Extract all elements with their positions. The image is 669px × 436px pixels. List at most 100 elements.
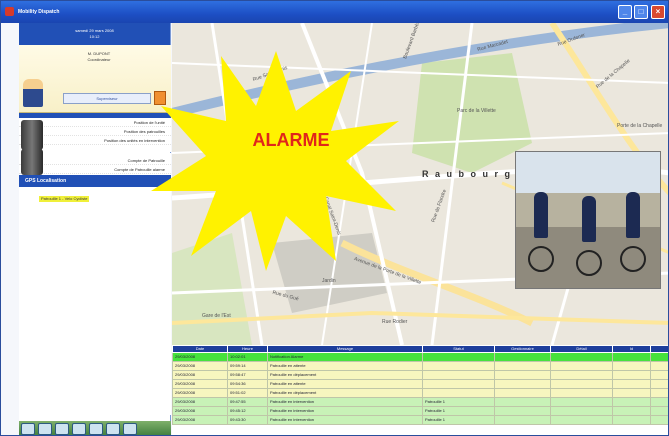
table-cell (650, 361, 668, 371)
column-header[interactable]: Statut (422, 345, 495, 353)
patrol-photo (515, 151, 661, 289)
user-name-block: M. DUPONT Coordinateur (59, 51, 139, 63)
table-cell (612, 352, 651, 362)
column-header[interactable] (650, 345, 668, 353)
table-cell (550, 379, 613, 389)
table-row[interactable]: 29/03/2008 09:59:14 Patrouille en attente (172, 361, 668, 371)
table-cell (494, 370, 551, 380)
table-cell: Patrouille en attente (267, 361, 423, 371)
officer-figure (626, 192, 640, 238)
table-row[interactable]: 29/03/2008 09:47:55 Patrouille en interven… (172, 397, 668, 407)
table-cell (494, 361, 551, 371)
table-cell (650, 415, 668, 425)
table-cell: 29/03/2008 (172, 388, 228, 398)
window-title: Mobility Dispatch (18, 9, 60, 15)
table-cell (612, 397, 651, 407)
table-cell (650, 406, 668, 416)
table-cell: 09:51:02 (227, 388, 268, 398)
actions-group-1: Position de l'unité Position des patroui… (19, 118, 171, 152)
table-cell (494, 352, 551, 362)
toolbar-radio-icon[interactable] (72, 423, 86, 435)
table-row[interactable]: 29/03/2008 09:43:30 Patrouille en interven… (172, 415, 668, 425)
table-cell (422, 352, 495, 362)
table-cell (422, 388, 495, 398)
column-header[interactable]: Date (172, 345, 228, 353)
table-cell: Patrouille 1 (422, 406, 495, 416)
avatar (23, 79, 43, 107)
table-cell: 09:54:36 (227, 379, 268, 389)
map-label: Parc de la Villette (457, 108, 496, 114)
toolbar-map-icon[interactable] (55, 423, 69, 435)
table-cell (422, 361, 495, 371)
map-label: Rue Rodier (382, 319, 408, 325)
table-cell (650, 397, 668, 407)
gps-header: GPS Localisation (19, 175, 171, 187)
column-header[interactable]: Message (267, 345, 423, 353)
user-profile: M. DUPONT Coordinateur Superviseur (19, 45, 171, 113)
table-cell: 09:58:47 (227, 370, 268, 380)
toolbar-settings-icon[interactable] (106, 423, 120, 435)
table-row[interactable]: 29/03/2008 09:51:02 Patrouille en déplacem… (172, 388, 668, 398)
alarm-starburst-icon[interactable] (151, 51, 401, 271)
profile-select[interactable]: Superviseur (63, 93, 151, 104)
table-cell (494, 406, 551, 416)
radio-device-icon-2 (21, 149, 43, 175)
table-cell: Patrouille en attente (267, 379, 423, 389)
table-cell: Patrouille en intervention (267, 415, 423, 425)
table-cell: Patrouille en intervention (267, 397, 423, 407)
app-icon (5, 7, 14, 16)
map-label: Porte de la Chapelle (617, 123, 663, 129)
table-cell (612, 379, 651, 389)
bottom-toolbar (19, 421, 171, 435)
map-label: Jardin (322, 278, 336, 284)
table-cell (550, 415, 613, 425)
bicycle-icon (620, 246, 646, 272)
gps-list: Patrouille 1 - Velo Cycliste (19, 187, 171, 415)
table-cell: 10:02:01 (227, 352, 268, 362)
toolbar-home-icon[interactable] (21, 423, 35, 435)
close-icon[interactable]: × (651, 5, 665, 19)
table-cell (550, 406, 613, 416)
table-row[interactable]: 29/03/2008 09:54:36 Patrouille en attente (172, 379, 668, 389)
table-cell (612, 415, 651, 425)
events-table: Date Heure Message Statut Gestionnaire D… (172, 345, 668, 435)
table-cell (550, 397, 613, 407)
toolbar-user-icon[interactable] (38, 423, 52, 435)
table-cell (550, 352, 613, 362)
toolbar-help-icon[interactable] (123, 423, 137, 435)
user-role: Coordinateur (87, 57, 111, 62)
table-cell: Patrouille en déplacement (267, 388, 423, 398)
table-cell (494, 388, 551, 398)
table-cell (612, 406, 651, 416)
column-header[interactable]: Heure (227, 345, 268, 353)
title-bar: Mobility Dispatch _ □ × (1, 1, 668, 23)
table-cell: Patrouille en déplacement (267, 370, 423, 380)
table-row[interactable]: 29/03/2008 09:58:47 Patrouille en déplacem… (172, 370, 668, 380)
table-cell: Patrouille en intervention (267, 406, 423, 416)
table-cell (650, 388, 668, 398)
toolbar-alarm-icon[interactable] (89, 423, 103, 435)
table-cell: 09:45:12 (227, 406, 268, 416)
table-cell: 09:43:30 (227, 415, 268, 425)
table-row[interactable]: 29/03/2008 09:45:12 Patrouille en interven… (172, 406, 668, 416)
table-cell: 09:59:14 (227, 361, 268, 371)
table-cell: Patrouille 1 (422, 397, 495, 407)
table-cell (494, 415, 551, 425)
table-cell: 29/03/2008 (172, 397, 228, 407)
table-row[interactable]: 29/03/2008 10:02:01 Notification Alarme (172, 352, 668, 362)
radio-device-icon (21, 120, 43, 150)
table-cell: 29/03/2008 (172, 379, 228, 389)
table-cell (494, 397, 551, 407)
gps-list-item[interactable]: Patrouille 1 - Velo Cycliste (39, 196, 90, 202)
column-header[interactable]: Détail (550, 345, 613, 353)
column-header[interactable]: Gestionnaire (494, 345, 551, 353)
table-cell: 29/03/2008 (172, 406, 228, 416)
table-cell (650, 370, 668, 380)
table-cell (422, 370, 495, 380)
table-cell (550, 361, 613, 371)
table-cell: 29/03/2008 (172, 370, 228, 380)
minimize-icon[interactable]: _ (618, 5, 632, 19)
column-header[interactable]: Id (612, 345, 651, 353)
officer-figure (582, 196, 596, 242)
maximize-icon[interactable]: □ (634, 5, 648, 19)
